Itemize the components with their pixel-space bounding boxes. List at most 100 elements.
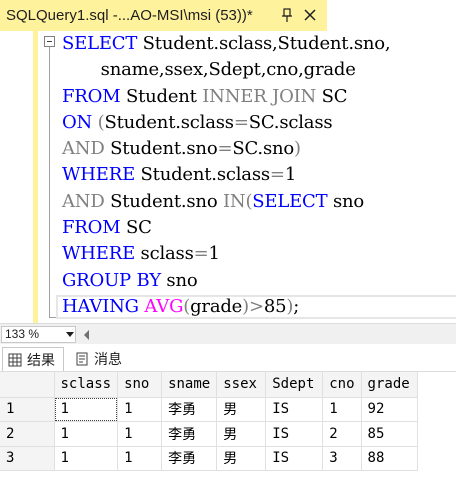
- code-line[interactable]: FROM SC: [62, 215, 390, 241]
- results-grid[interactable]: sclass sno sname ssex Sdept cno grade 1 …: [0, 372, 456, 486]
- grid-cell[interactable]: IS: [265, 397, 324, 422]
- code-token: =: [233, 111, 249, 133]
- code-text[interactable]: SELECT Student.sclass,Student.sno, sname…: [62, 31, 391, 320]
- code-token: Student.sno: [104, 138, 218, 160]
- tab-messages[interactable]: 消息: [70, 347, 132, 371]
- code-token: sname,ssex,Sdept,cno,grade: [62, 59, 356, 81]
- close-icon[interactable]: [301, 6, 319, 24]
- grid-cell[interactable]: IS: [265, 421, 324, 447]
- code-token: WHERE: [62, 164, 136, 186]
- outline-line-end: [49, 317, 56, 318]
- tab-results-label: 结果: [27, 352, 55, 369]
- column-header[interactable]: sno: [117, 372, 163, 398]
- code-token: ): [242, 295, 249, 317]
- grid-cell[interactable]: 李勇: [161, 446, 218, 471]
- code-token: SC.sno: [232, 138, 295, 160]
- column-header[interactable]: sname: [161, 372, 218, 398]
- grid-cell[interactable]: 1: [322, 397, 362, 422]
- code-token: FROM: [62, 85, 121, 107]
- code-token: =: [193, 243, 209, 265]
- grid-cell[interactable]: 1: [117, 421, 163, 447]
- sql-editor[interactable]: SELECT Student.sclass,Student.sno, sname…: [0, 31, 456, 323]
- code-token: SC: [120, 217, 152, 239]
- collapse-icon[interactable]: [44, 36, 55, 47]
- table-row[interactable]: 3 1 1 李勇 男 IS 3 88: [0, 446, 418, 471]
- results-tab-bar: 结果 消息: [0, 344, 456, 372]
- code-token: >: [248, 295, 264, 317]
- grid-cell[interactable]: 88: [361, 446, 418, 471]
- code-line[interactable]: GROUP BY sno: [62, 268, 390, 294]
- grid-cell[interactable]: 1: [54, 446, 119, 471]
- tab-results[interactable]: 结果: [2, 347, 64, 371]
- grid-cell[interactable]: 1: [54, 421, 119, 447]
- grid-cell[interactable]: 3: [322, 446, 362, 471]
- code-token: Student.sclass: [104, 111, 234, 133]
- row-number[interactable]: 1: [0, 397, 55, 422]
- code-line[interactable]: sname,ssex,Sdept,cno,grade: [62, 57, 390, 83]
- zoom-bar: 133 %: [0, 323, 456, 344]
- code-token: sno: [327, 190, 365, 212]
- code-line[interactable]: WHERE sclass=1: [62, 241, 390, 267]
- code-token: GROUP BY: [62, 269, 161, 291]
- code-token: ;: [293, 295, 300, 317]
- code-token: FROM: [62, 217, 121, 239]
- code-line[interactable]: SELECT Student.sclass,Student.sno,: [62, 31, 391, 57]
- grid-cell[interactable]: 2: [322, 421, 362, 447]
- grid-cell[interactable]: 男: [216, 421, 267, 447]
- grid-cell[interactable]: 李勇: [161, 397, 218, 422]
- code-token: AND: [62, 138, 105, 160]
- document-tab-title: SQLQuery1.sql -...AO-MSI\msi (53))*: [6, 7, 253, 24]
- zoom-select[interactable]: 133 %: [1, 326, 76, 343]
- code-token: AVG: [144, 295, 184, 317]
- row-number[interactable]: 2: [0, 421, 55, 447]
- horizontal-scrollbar[interactable]: [96, 328, 454, 341]
- code-token: 1: [208, 243, 220, 265]
- column-header[interactable]: ssex: [216, 372, 267, 398]
- column-header[interactable]: Sdept: [265, 372, 324, 398]
- code-token: WHERE: [62, 243, 136, 265]
- grid-icon: [8, 353, 22, 366]
- code-token: IN: [222, 190, 246, 212]
- dropdown-icon[interactable]: [66, 332, 74, 337]
- grid-cell[interactable]: IS: [265, 446, 324, 471]
- code-token: Student.sno: [104, 190, 223, 212]
- code-token: Student.sclass: [135, 164, 271, 186]
- row-number[interactable]: 3: [0, 446, 55, 471]
- code-line[interactable]: ON (Student.sclass=SC.sclass: [62, 110, 390, 136]
- code-token: SELECT: [252, 190, 328, 212]
- code-line[interactable]: HAVING AVG(grade)>85);: [62, 294, 390, 320]
- code-line[interactable]: AND Student.sno=SC.sno): [62, 136, 390, 162]
- column-header[interactable]: sclass: [54, 372, 119, 398]
- grid-cell[interactable]: 男: [216, 397, 267, 422]
- code-line[interactable]: WHERE Student.sclass=1: [62, 162, 390, 188]
- tab-messages-label: 消息: [94, 352, 122, 368]
- code-token: 1: [284, 164, 297, 186]
- code-token: Student.sclass,Student.sno,: [137, 33, 391, 54]
- scroll-left-icon[interactable]: [84, 330, 89, 340]
- table-row[interactable]: 2 1 1 李勇 男 IS 2 85: [0, 421, 418, 447]
- code-token: sclass: [135, 243, 194, 265]
- grid-header-row: sclass sno sname ssex Sdept cno grade: [0, 372, 418, 398]
- code-token: =: [269, 164, 285, 186]
- document-tab[interactable]: SQLQuery1.sql -...AO-MSI\msi (53))*: [0, 0, 327, 31]
- grid-cell[interactable]: 1: [54, 397, 119, 422]
- grid-cell[interactable]: 男: [216, 446, 267, 471]
- column-header[interactable]: cno: [322, 372, 362, 398]
- code-line[interactable]: AND Student.sno IN(SELECT sno: [62, 189, 390, 215]
- grid-cell[interactable]: 1: [117, 397, 163, 422]
- code-token: SC: [316, 85, 348, 107]
- code-token: 85: [263, 295, 287, 317]
- grid-cell[interactable]: 92: [361, 397, 418, 422]
- code-token: ON: [62, 111, 93, 133]
- code-line[interactable]: FROM Student INNER JOIN SC: [62, 84, 390, 110]
- table-row[interactable]: 1 1 1 李勇 男 IS 1 92: [0, 397, 418, 422]
- change-marker-bar: [33, 31, 38, 323]
- grid-corner[interactable]: [0, 372, 55, 398]
- column-header[interactable]: grade: [361, 372, 418, 398]
- pin-icon[interactable]: [279, 7, 295, 23]
- grid-cell[interactable]: 85: [361, 421, 418, 447]
- grid-cell[interactable]: 李勇: [161, 421, 218, 447]
- code-token: ): [294, 138, 301, 160]
- code-token: =: [217, 138, 233, 160]
- grid-cell[interactable]: 1: [117, 446, 163, 471]
